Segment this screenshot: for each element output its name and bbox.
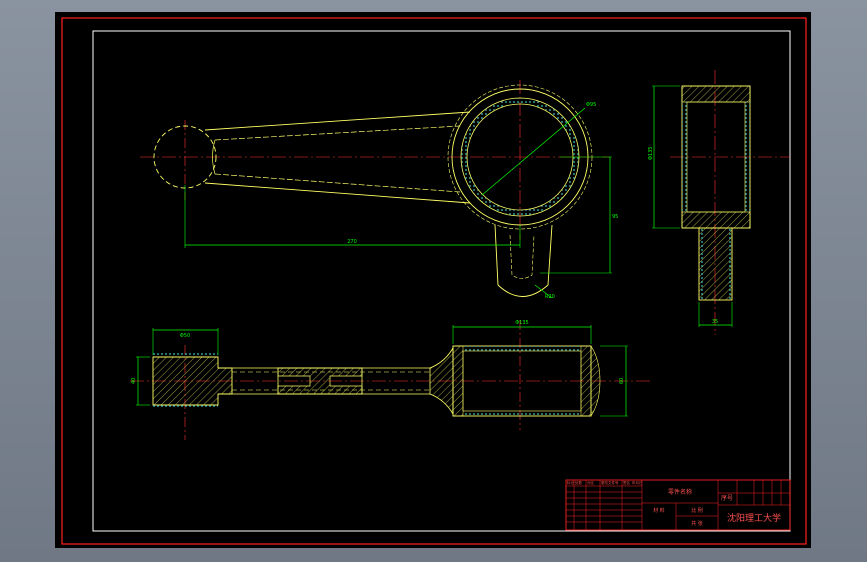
material-label: 材 料 [653, 507, 665, 514]
dim-boss-radius: R20 [545, 294, 555, 300]
dim-side-shank: 35 [712, 319, 718, 325]
rev-cell-zone: 分区 [587, 480, 595, 485]
rev-cell-mark: 标记 [567, 480, 575, 485]
dim-side-height: Φ135 [648, 147, 654, 160]
sheet-label: 共 张 [691, 520, 703, 527]
dim-bottom-height: 60 [619, 378, 625, 384]
rev-cell-count: 处数 [575, 480, 583, 485]
rev-cell-sign: 签名 [623, 480, 630, 485]
rev-cell-doc: 更改文件号 [601, 480, 619, 485]
cad-drawing-canvas: 270 Φ95 95 R20 Φ135 35 Φ50 Φ135 40 60 标记… [55, 12, 811, 548]
dim-lower-offset: 95 [612, 214, 618, 220]
rev-cell-date: 年月日 [632, 480, 643, 485]
dim-bottom-width: Φ135 [515, 320, 528, 326]
dim-bore-diameter: Φ95 [586, 102, 596, 108]
dim-center-distance: 270 [347, 239, 357, 245]
school-name: 沈阳理工大学 [727, 512, 781, 524]
drawing-no-label: 序号 [721, 494, 733, 502]
dim-bottom-small-height: 40 [131, 378, 137, 384]
scale-label: 比 例 [691, 507, 703, 514]
dim-small-end: Φ50 [180, 333, 190, 339]
part-name-label: 零件名称 [668, 488, 692, 496]
